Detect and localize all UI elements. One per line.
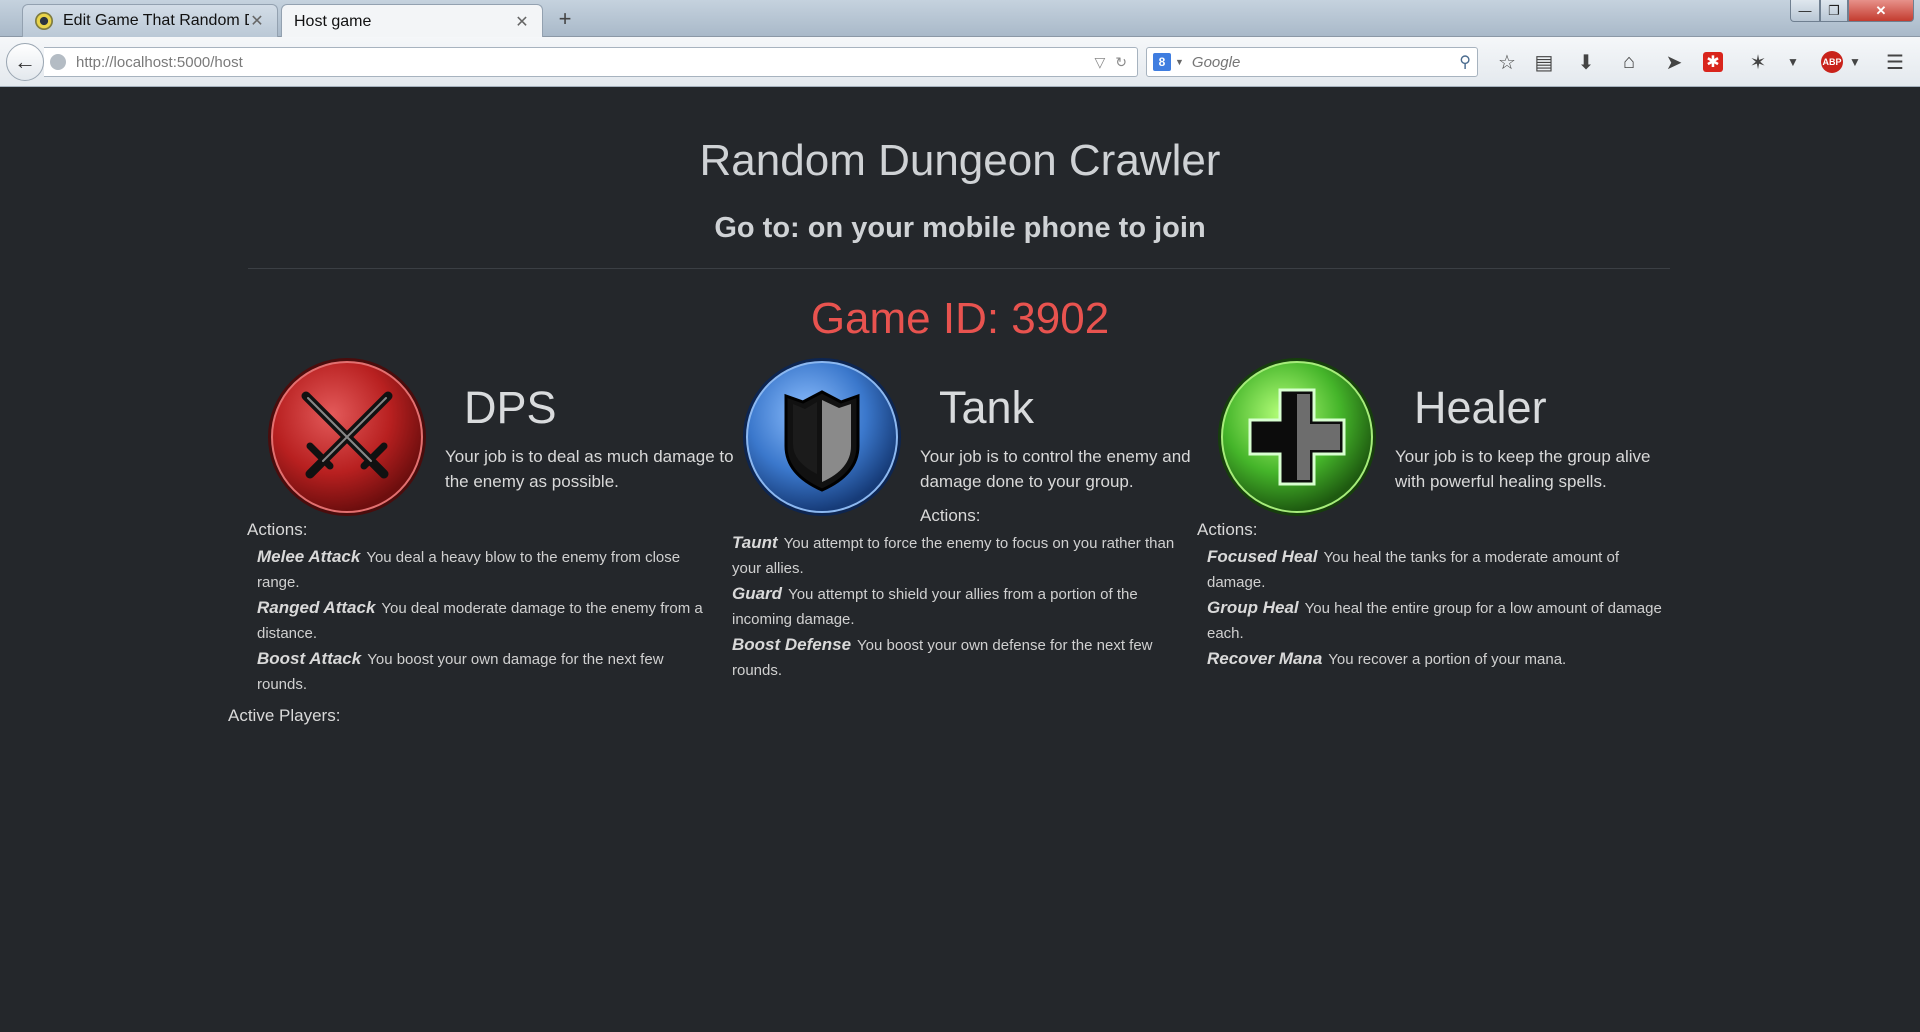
search-bar[interactable]: 8 ▼ ⚲ — [1146, 47, 1478, 77]
new-tab-button[interactable]: + — [554, 6, 576, 32]
action-name: Boost Defense — [732, 635, 852, 654]
shield-icon — [741, 356, 903, 518]
page-content: Random Dungeon Crawler Go to: on your mo… — [0, 88, 1920, 1032]
reading-list-icon[interactable]: ▤ — [1531, 49, 1557, 75]
tab-host-game[interactable]: Host game ✕ — [281, 4, 543, 38]
page-title: Random Dungeon Crawler — [699, 136, 1221, 185]
list-item: Boost Defense You boost your own defense … — [732, 632, 1192, 683]
role-name-tank: Tank — [939, 382, 1035, 433]
reload-icon[interactable]: ↻ — [1115, 54, 1127, 71]
search-input[interactable] — [1191, 53, 1460, 71]
site-favicon-icon — [35, 12, 53, 30]
action-name: Melee Attack — [257, 547, 361, 566]
divider — [248, 268, 1670, 269]
maximize-button[interactable]: ❐ — [1820, 0, 1848, 22]
chevron-down-icon[interactable]: ▼ — [1175, 57, 1184, 67]
globe-icon — [50, 54, 66, 70]
action-name: Taunt — [732, 533, 778, 552]
action-list-tank: Taunt You attempt to force the enemy to f… — [732, 530, 1192, 683]
action-name: Recover Mana — [1207, 649, 1323, 668]
action-text: You recover a portion of your mana. — [1328, 651, 1567, 668]
list-item: Boost Attack You boost your own damage fo… — [257, 646, 717, 697]
url-text[interactable]: http://localhost:5000/host — [76, 54, 1094, 71]
list-item: Ranged Attack You deal moderate damage to… — [257, 595, 717, 646]
list-item: Group Heal You heal the entire group for … — [1207, 595, 1667, 646]
actions-label: Actions: — [920, 506, 981, 525]
firebug-icon[interactable]: ✶ — [1745, 49, 1771, 75]
game-id: Game ID: 3902 — [810, 294, 1110, 343]
action-text: You attempt to shield your allies from a… — [732, 586, 1138, 628]
action-list-healer: Focused Heal You heal the tanks for a mod… — [1207, 544, 1667, 672]
chevron-down-icon[interactable]: ▼ — [1842, 49, 1868, 75]
list-item: Melee Attack You deal a heavy blow to the… — [257, 544, 717, 595]
back-button[interactable]: ← — [6, 43, 44, 81]
search-engine-icon[interactable]: 8 — [1153, 53, 1171, 71]
bookmark-star-icon[interactable]: ☆ — [1494, 49, 1520, 75]
download-icon[interactable]: ⬇ — [1573, 49, 1599, 75]
address-bar[interactable]: http://localhost:5000/host ▽ ↻ — [44, 47, 1138, 77]
back-arrow-icon: ← — [14, 49, 36, 74]
role-description-tank: Your job is to control the enemy and dam… — [920, 447, 1191, 491]
tab-close-icon[interactable]: ✕ — [514, 12, 530, 32]
actions-label: Actions: — [1197, 520, 1258, 539]
join-instructions: Go to: on your mobile phone to join — [714, 212, 1206, 244]
role-description-dps: Your job is to deal as much damage to th… — [445, 447, 734, 491]
action-name: Ranged Attack — [257, 598, 376, 617]
tab-title: Host game — [294, 12, 372, 30]
dropdown-arrow-icon[interactable]: ▽ — [1094, 54, 1105, 71]
action-list-dps: Melee Attack You deal a heavy blow to the… — [257, 544, 717, 697]
role-name-dps: DPS — [464, 382, 557, 433]
role-name-healer: Healer — [1414, 382, 1547, 433]
list-item: Recover Mana You recover a portion of you… — [1207, 646, 1667, 672]
list-item: Focused Heal You heal the tanks for a mod… — [1207, 544, 1667, 595]
role-description-healer: Your job is to keep the group alive with… — [1395, 447, 1651, 491]
list-item: Taunt You attempt to force the enemy to f… — [732, 530, 1192, 581]
tab-close-icon[interactable]: ✕ — [249, 11, 265, 31]
home-icon[interactable]: ⌂ — [1616, 49, 1642, 75]
healing-cross-icon — [1216, 356, 1378, 518]
action-name: Boost Attack — [257, 649, 362, 668]
chevron-down-icon[interactable]: ▼ — [1780, 49, 1806, 75]
list-item: Guard You attempt to shield your allies f… — [732, 581, 1192, 632]
send-icon[interactable]: ➤ — [1661, 49, 1687, 75]
tab-strip: Edit Game That Random D... ✕ Host game ✕… — [0, 0, 1920, 38]
action-name: Group Heal — [1207, 598, 1299, 617]
menu-icon[interactable]: ☰ — [1882, 49, 1908, 75]
minimize-button[interactable]: — — [1790, 0, 1820, 22]
search-icon[interactable]: ⚲ — [1459, 52, 1471, 72]
actions-label: Actions: — [247, 520, 308, 539]
tab-edit-game[interactable]: Edit Game That Random D... ✕ — [22, 4, 278, 37]
active-players-label: Active Players: — [228, 706, 341, 725]
adblock-icon[interactable]: ABP — [1821, 51, 1843, 73]
action-text: You attempt to force the enemy to focus … — [732, 535, 1175, 577]
tab-title: Edit Game That Random D... — [63, 12, 249, 29]
action-name: Focused Heal — [1207, 547, 1318, 566]
action-name: Guard — [732, 584, 783, 603]
addon-icon[interactable]: ✱ — [1703, 52, 1723, 72]
crossed-swords-icon — [266, 356, 428, 518]
navigation-toolbar: ← http://localhost:5000/host ▽ ↻ 8 ▼ ⚲ ☆… — [0, 37, 1920, 87]
close-window-button[interactable]: ✕ — [1848, 0, 1914, 22]
